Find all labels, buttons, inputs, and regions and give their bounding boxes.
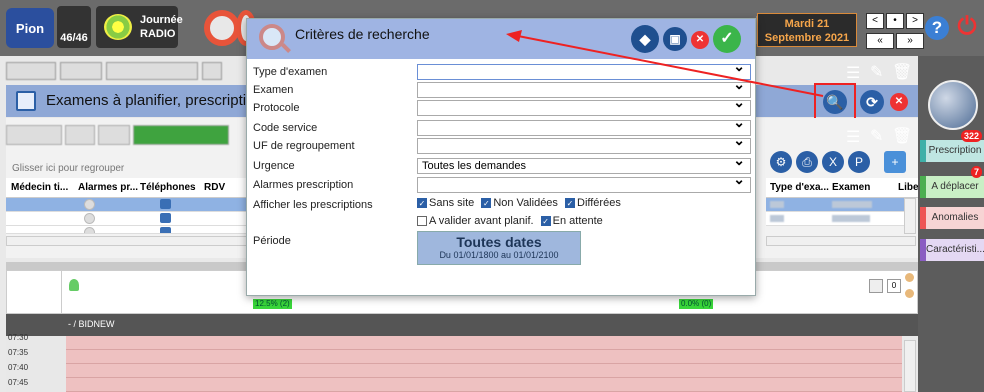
annotation-arrow xyxy=(506,30,824,97)
arrow-line xyxy=(517,35,824,97)
arrow-head xyxy=(506,30,522,42)
